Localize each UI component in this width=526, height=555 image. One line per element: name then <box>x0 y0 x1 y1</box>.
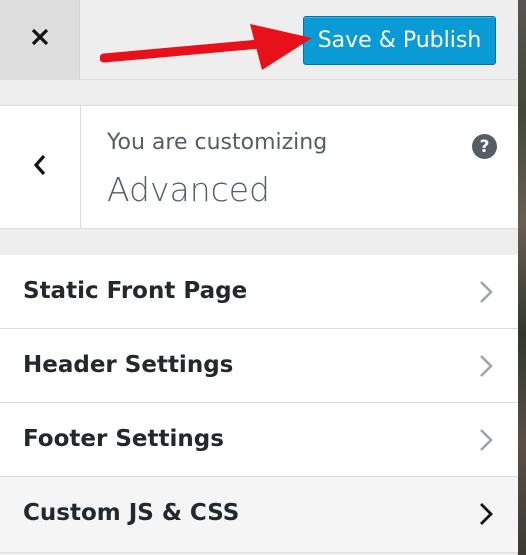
header-spacer <box>0 80 518 106</box>
chevron-right-icon <box>480 429 493 451</box>
customizing-label: You are customizing <box>107 130 328 155</box>
section-title: Advanced <box>107 170 271 209</box>
close-icon <box>30 27 50 52</box>
menu-item-label: Static Front Page <box>23 278 248 304</box>
section-info: You are customizing Advanced ? <box>0 106 518 229</box>
menu-item-label: Custom JS & CSS <box>23 500 240 526</box>
preview-edge <box>518 0 526 555</box>
help-icon[interactable]: ? <box>472 134 497 159</box>
chevron-right-icon <box>480 503 493 525</box>
chevron-right-icon <box>480 355 493 377</box>
customizer-header: Save & Publish <box>0 0 518 80</box>
chevron-right-icon <box>480 281 493 303</box>
close-button[interactable] <box>0 0 80 79</box>
menu-item-custom-js-css[interactable]: Custom JS & CSS <box>0 477 518 553</box>
menu-item-footer-settings[interactable]: Footer Settings <box>0 403 518 477</box>
menu-item-header-settings[interactable]: Header Settings <box>0 329 518 403</box>
menu-item-label: Footer Settings <box>23 426 224 452</box>
menu-item-label: Header Settings <box>23 352 234 378</box>
customizer-menu: Static Front Page Header Settings Footer… <box>0 255 518 553</box>
customizer-panel: Save & Publish You are customizing Advan… <box>0 0 518 555</box>
chevron-left-icon <box>32 153 48 182</box>
menu-item-static-front-page[interactable]: Static Front Page <box>0 255 518 329</box>
save-publish-button[interactable]: Save & Publish <box>303 16 496 65</box>
section-gap <box>0 229 518 255</box>
back-button[interactable] <box>0 106 81 228</box>
